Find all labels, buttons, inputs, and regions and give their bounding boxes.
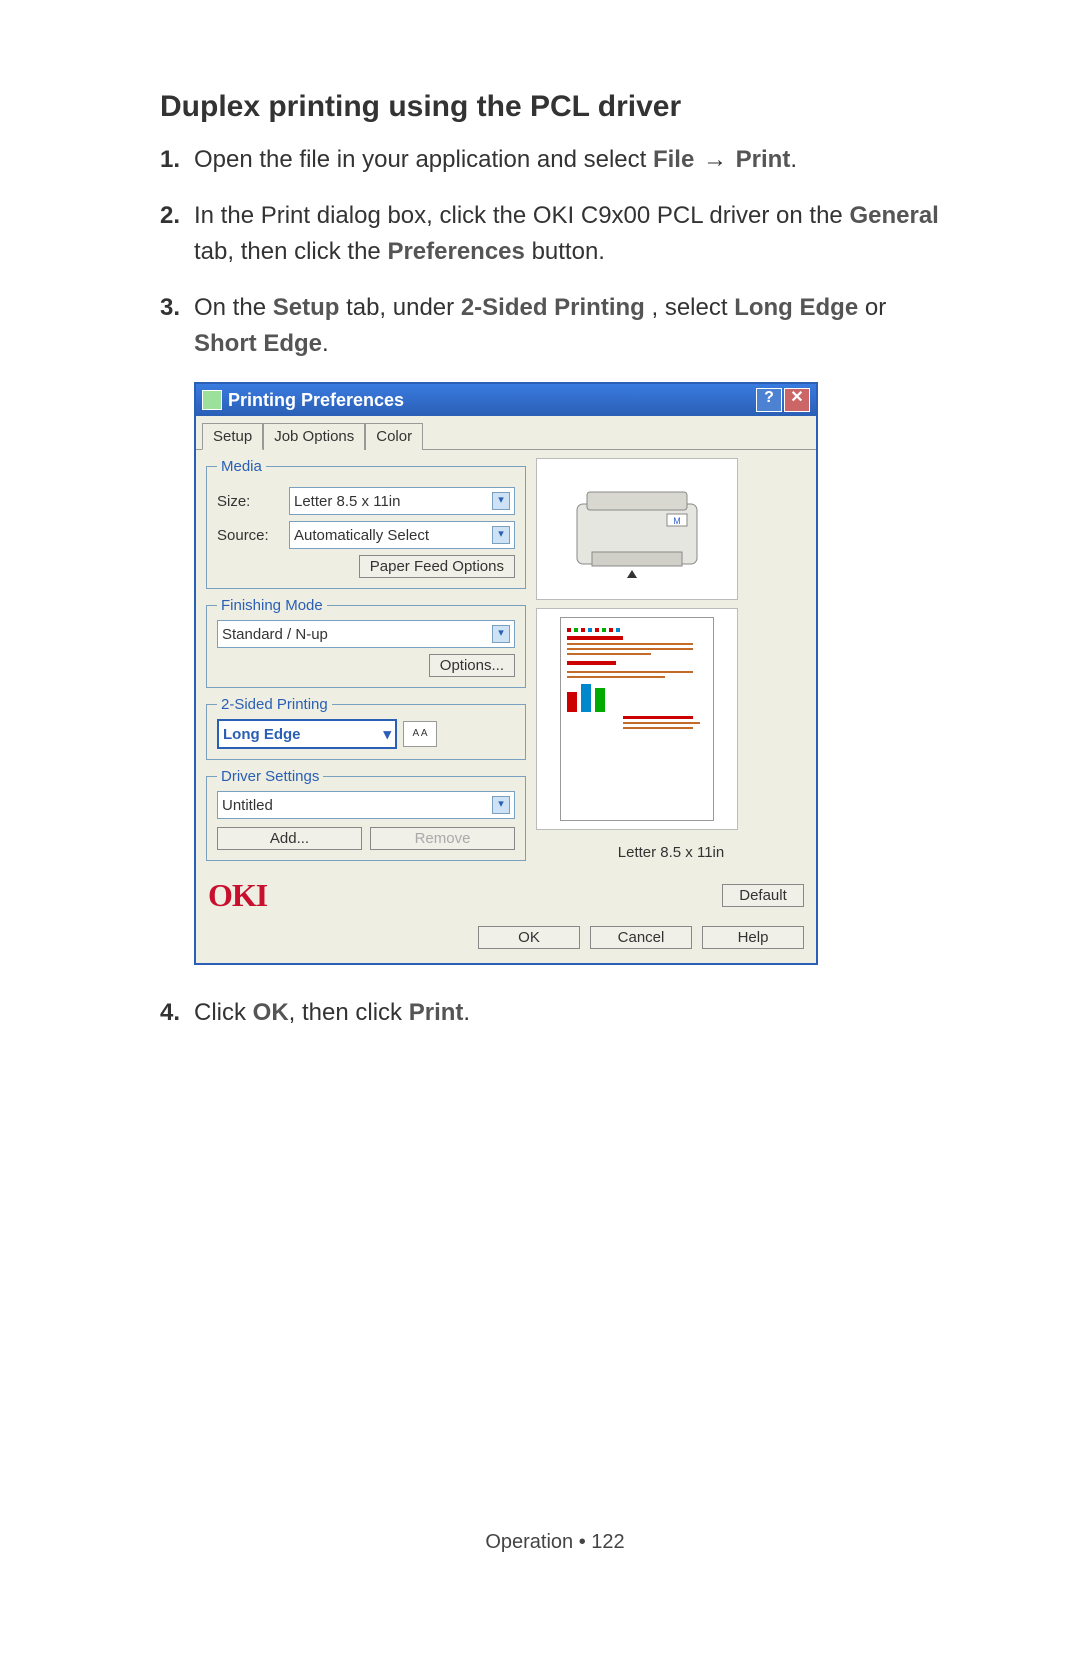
tab-color[interactable]: Color xyxy=(365,423,423,450)
tab-general: General xyxy=(849,202,938,229)
step-4: 4. Click OK, then click Print. xyxy=(160,995,950,1031)
two-sided-group: 2-Sided Printing Long Edge ▾ A A xyxy=(206,696,526,760)
preview-label: Letter 8.5 x 11in xyxy=(536,844,806,861)
step-3: 3. On the Setup tab, under 2-Sided Print… xyxy=(160,290,950,362)
default-button[interactable]: Default xyxy=(722,884,804,907)
page-title: Duplex printing using the PCL driver xyxy=(160,90,950,124)
cancel-button[interactable]: Cancel xyxy=(590,926,692,949)
add-button[interactable]: Add... xyxy=(217,827,362,850)
help-button-bottom[interactable]: Help xyxy=(702,926,804,949)
dialog-titlebar: Printing Preferences ? ✕ xyxy=(196,384,816,416)
media-group: Media Size: Letter 8.5 x 11in ▾ Source: xyxy=(206,458,526,589)
printer-illustration: M xyxy=(536,458,738,600)
tab-strip: Setup Job Options Color xyxy=(196,416,816,450)
short-edge-ref: Short Edge xyxy=(194,330,322,357)
two-sided-ref: 2-Sided Printing xyxy=(461,294,645,321)
source-select[interactable]: Automatically Select ▾ xyxy=(289,521,515,549)
arrow-icon: → xyxy=(703,146,727,173)
ok-button[interactable]: OK xyxy=(478,926,580,949)
step-number: 1. xyxy=(160,142,194,178)
driver-legend: Driver Settings xyxy=(217,768,323,785)
chevron-down-icon: ▾ xyxy=(492,492,510,510)
driver-settings-group: Driver Settings Untitled ▾ Add... Remove xyxy=(206,768,526,861)
long-edge-ref: Long Edge xyxy=(734,294,858,321)
finishing-select[interactable]: Standard / N-up ▾ xyxy=(217,620,515,648)
menu-file: File xyxy=(653,146,694,173)
two-sided-legend: 2-Sided Printing xyxy=(217,696,332,713)
tab-setup[interactable]: Setup xyxy=(202,423,263,450)
help-button[interactable]: ? xyxy=(756,388,782,412)
step-1: 1. Open the file in your application and… xyxy=(160,142,950,178)
printing-preferences-dialog: Printing Preferences ? ✕ Setup Job Optio… xyxy=(194,382,818,965)
dialog-title: Printing Preferences xyxy=(228,390,404,411)
finishing-options-button[interactable]: Options... xyxy=(429,654,515,677)
ok-ref: OK xyxy=(253,999,289,1026)
tab-setup-ref: Setup xyxy=(273,294,340,321)
media-legend: Media xyxy=(217,458,266,475)
duplex-icon: A A xyxy=(403,721,437,747)
step-number: 4. xyxy=(160,995,194,1031)
printer-icon xyxy=(202,390,222,410)
svg-text:M: M xyxy=(673,516,681,526)
source-label: Source: xyxy=(217,527,281,544)
oki-logo: OKI xyxy=(208,877,267,914)
paper-feed-options-button[interactable]: Paper Feed Options xyxy=(359,555,515,578)
finishing-legend: Finishing Mode xyxy=(217,597,327,614)
driver-select[interactable]: Untitled ▾ xyxy=(217,791,515,819)
tab-job-options[interactable]: Job Options xyxy=(263,423,365,450)
step-2: 2. In the Print dialog box, click the OK… xyxy=(160,198,950,270)
menu-print: Print xyxy=(736,146,791,173)
chevron-down-icon: ▾ xyxy=(383,725,391,743)
size-select[interactable]: Letter 8.5 x 11in ▾ xyxy=(289,487,515,515)
two-sided-select[interactable]: Long Edge ▾ xyxy=(217,719,397,749)
remove-button[interactable]: Remove xyxy=(370,827,515,850)
page-footer: Operation • 122 xyxy=(160,1531,950,1554)
chevron-down-icon: ▾ xyxy=(492,796,510,814)
preferences: Preferences xyxy=(387,238,524,265)
size-label: Size: xyxy=(217,493,281,510)
chevron-down-icon: ▾ xyxy=(492,625,510,643)
step-number: 3. xyxy=(160,290,194,362)
step-number: 2. xyxy=(160,198,194,270)
finishing-group: Finishing Mode Standard / N-up ▾ Options… xyxy=(206,597,526,688)
chevron-down-icon: ▾ xyxy=(492,526,510,544)
page-preview xyxy=(536,608,738,830)
close-button[interactable]: ✕ xyxy=(784,388,810,412)
print-ref: Print xyxy=(409,999,464,1026)
